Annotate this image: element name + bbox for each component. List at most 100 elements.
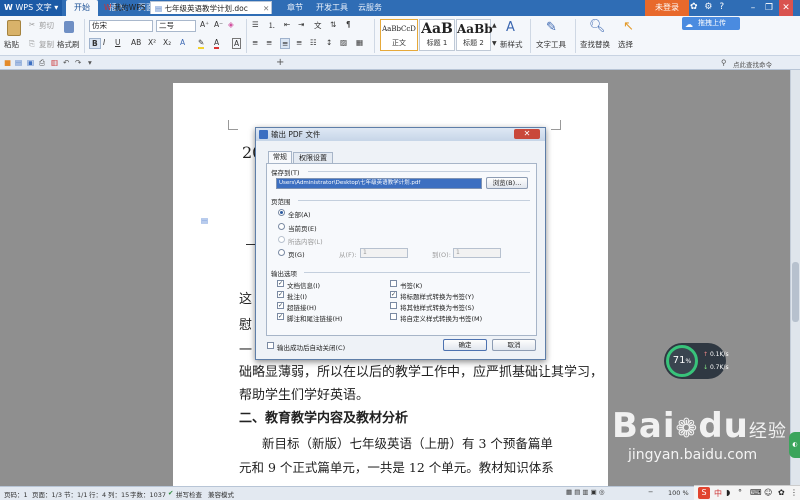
tab-my-wps[interactable]: W 我的WPS	[100, 1, 148, 14]
highlight-icon[interactable]: ✎	[198, 38, 205, 49]
ime-skin-icon[interactable]: ✿	[778, 488, 785, 497]
ime-fullwidth-icon[interactable]: °	[738, 488, 742, 497]
font-size-select[interactable]: 二号	[156, 20, 196, 32]
tab-document[interactable]: ▤ 七年级英语教学计划.doc ✕	[150, 1, 272, 14]
opt-other-bookmarks-checkbox[interactable]	[390, 302, 397, 309]
bold-button[interactable]: B	[89, 38, 101, 49]
copy-icon[interactable]: ⎘	[29, 39, 35, 49]
auto-close-checkbox[interactable]	[267, 342, 274, 349]
login-button[interactable]: 未登录	[645, 0, 689, 16]
ime-punct-icon[interactable]: ◗	[726, 488, 730, 497]
new-doc-icon[interactable]: ■	[4, 58, 11, 67]
range-current-radio[interactable]	[278, 223, 285, 230]
app-menu-button[interactable]: W WPS 文字 ▾	[0, 0, 62, 16]
scrollbar-thumb[interactable]	[792, 262, 799, 322]
ime-keyboard-icon[interactable]: ⌨	[750, 488, 762, 497]
skin-icon[interactable]: ✿	[690, 2, 698, 12]
tab-developer[interactable]: 开发工具	[314, 0, 350, 16]
strikethrough-button[interactable]: AB	[131, 38, 141, 47]
open-icon[interactable]: ▤	[15, 58, 22, 67]
align-left-icon[interactable]: ≡	[252, 38, 258, 47]
quick-access-dropdown-icon[interactable]: ▾	[88, 58, 92, 67]
tab-general[interactable]: 常规	[268, 151, 292, 163]
opt-doc-info-checkbox[interactable]: ✓	[277, 280, 284, 287]
font-color-icon[interactable]: A	[214, 38, 220, 49]
paste-icon[interactable]	[7, 20, 21, 36]
tab-close-icon[interactable]: ✕	[263, 2, 269, 15]
style-heading-1[interactable]: AaB 标题 1	[419, 19, 455, 51]
shading-icon[interactable]: ▨	[340, 38, 347, 47]
style-normal[interactable]: AaBbCcD 正文	[380, 19, 418, 51]
ime-user-icon[interactable]: ☺	[764, 488, 772, 497]
show-marks-icon[interactable]: ¶	[346, 20, 351, 29]
new-style-icon[interactable]: A	[506, 20, 515, 35]
format-painter-icon[interactable]	[64, 21, 74, 33]
decrease-indent-icon[interactable]: ⇤	[284, 20, 290, 29]
opt-custom-bookmarks-checkbox[interactable]	[390, 313, 397, 320]
opt-hyperlinks-checkbox[interactable]: ✓	[277, 302, 284, 309]
cut-button[interactable]: 剪切	[39, 20, 54, 31]
zoom-out-icon[interactable]: −	[648, 488, 653, 496]
style-heading-2[interactable]: AaBb 标题 2	[456, 19, 493, 51]
select-cursor-icon[interactable]: ↖	[623, 19, 634, 34]
range-all-radio[interactable]	[278, 209, 285, 216]
opt-footnotes-checkbox[interactable]: ✓	[277, 313, 284, 320]
side-widget-icon[interactable]: ◐	[789, 432, 800, 458]
line-spacing-icon[interactable]: ↕	[326, 38, 332, 47]
ok-button[interactable]: 确定	[443, 339, 487, 351]
increase-indent-icon[interactable]: ⇥	[298, 20, 304, 29]
clear-format-icon[interactable]: ◈	[228, 20, 234, 29]
superscript-button[interactable]: X²	[148, 38, 156, 47]
align-right-icon[interactable]: ≡	[296, 38, 302, 47]
text-tools-button[interactable]: 文字工具	[536, 39, 566, 50]
status-zoom[interactable]: 100 %	[668, 489, 689, 497]
char-border-icon[interactable]: A	[232, 38, 242, 49]
format-painter-button[interactable]: 格式刷	[57, 39, 80, 50]
new-tab-plus-icon[interactable]: +	[276, 57, 284, 68]
save-path-input[interactable]: Users\Administrator\Desktop\七年级英语教学计划.pd…	[276, 178, 482, 189]
opt-bookmarks-checkbox[interactable]	[390, 280, 397, 287]
undo-icon[interactable]: ↶	[63, 58, 69, 67]
tab-chapter[interactable]: 章节	[283, 0, 307, 16]
from-page-input[interactable]: 1	[360, 248, 408, 258]
browse-button[interactable]: 浏览(B)...	[486, 177, 528, 189]
sogou-ime-icon[interactable]: S	[698, 487, 710, 499]
redo-icon[interactable]: ↷	[75, 58, 81, 67]
bullet-list-icon[interactable]: ☰	[252, 20, 259, 29]
opt-heading-bookmarks-checkbox[interactable]: ✓	[390, 291, 397, 298]
font-name-select[interactable]: 仿宋	[89, 20, 153, 32]
restore-button[interactable]: ❐	[762, 0, 776, 16]
to-page-input[interactable]: 1	[453, 248, 501, 258]
export-pdf-icon[interactable]: ▥	[51, 58, 58, 67]
tab-cloud[interactable]: 云服务	[354, 0, 386, 16]
align-justify-icon[interactable]: ≡	[280, 38, 291, 49]
tab-permissions[interactable]: 权限设置	[293, 152, 333, 163]
distributed-icon[interactable]: ☷	[310, 38, 317, 47]
select-button[interactable]: 选择	[618, 39, 633, 50]
new-style-button[interactable]: 新样式	[500, 39, 523, 50]
find-replace-button[interactable]: 查找替换	[580, 39, 610, 50]
help-icon[interactable]: ?	[719, 2, 724, 12]
chinese-layout-icon[interactable]: 文	[314, 20, 322, 31]
text-effect-icon[interactable]: A	[180, 38, 185, 47]
style-more-icon[interactable]: ▼	[492, 40, 497, 47]
dialog-close-button[interactable]: ✕	[514, 129, 540, 139]
range-pages-radio[interactable]	[278, 249, 285, 256]
align-center-icon[interactable]: ≡	[266, 38, 272, 47]
copy-button[interactable]: 复制	[39, 39, 54, 50]
paste-button[interactable]: 粘贴	[4, 39, 19, 50]
print-icon[interactable]: ⎙	[39, 58, 45, 68]
underline-button[interactable]: U	[115, 38, 121, 47]
borders-icon[interactable]: ▦	[356, 38, 363, 47]
subscript-button[interactable]: X₂	[163, 38, 171, 47]
numbered-list-icon[interactable]: ⒈	[268, 20, 276, 31]
italic-button[interactable]: I	[103, 38, 105, 47]
status-spell-check[interactable]: 拼写检查	[176, 489, 202, 499]
tab-home[interactable]: 开始	[66, 0, 98, 16]
search-commands[interactable]: 点此查找命令	[733, 59, 772, 69]
ime-chinese-icon[interactable]: 中	[714, 488, 722, 499]
drag-upload-button[interactable]: ☁ 拖拽上传	[682, 17, 740, 30]
ime-menu-icon[interactable]: ⋮	[790, 488, 798, 497]
cancel-button[interactable]: 取消	[492, 339, 536, 351]
settings-icon[interactable]: ⚙	[704, 2, 712, 12]
